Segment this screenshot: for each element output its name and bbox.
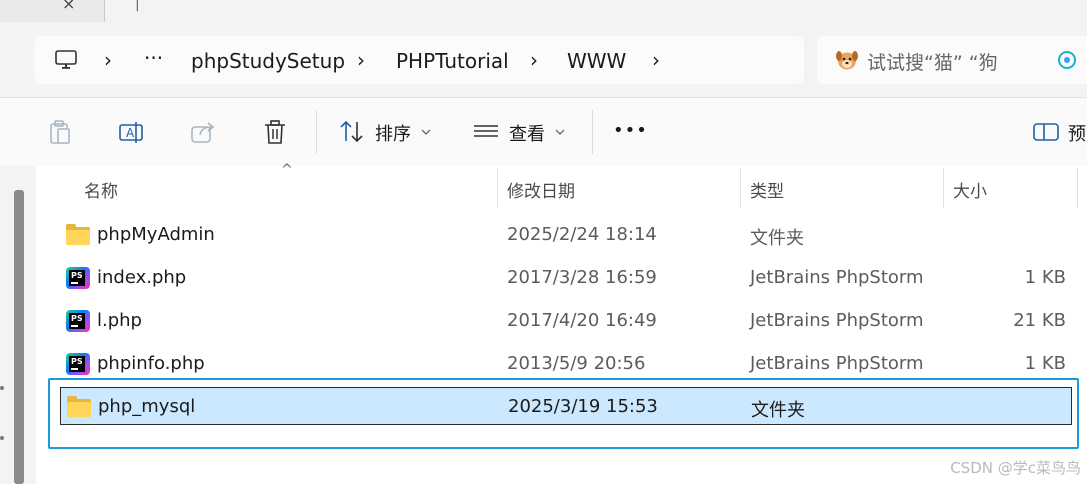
- chevron-down-icon[interactable]: [555, 128, 565, 136]
- file-name: index.php: [97, 267, 187, 288]
- chevron-right-icon[interactable]: ›: [104, 48, 112, 72]
- column-divider[interactable]: [1077, 168, 1078, 208]
- column-divider[interactable]: [740, 168, 741, 208]
- sort-button-label[interactable]: 排序: [375, 120, 411, 146]
- share-icon[interactable]: [189, 118, 217, 146]
- file-date: 2013/5/9 20:56: [507, 353, 646, 374]
- file-date: 2017/3/28 16:59: [507, 267, 657, 288]
- highlight-box: [48, 378, 1079, 449]
- phpstorm-file-icon: PS: [66, 353, 90, 375]
- toolbar-divider: [316, 110, 317, 154]
- file-row-phpmyadmin[interactable]: phpMyAdmin 2025/2/24 18:14 文件夹: [60, 215, 1072, 255]
- navigation-pane: [0, 166, 36, 484]
- chevron-down-icon[interactable]: [421, 128, 431, 136]
- copilot-icon[interactable]: [1057, 50, 1077, 70]
- chevron-right-icon[interactable]: ›: [357, 48, 365, 72]
- phpstorm-file-icon: PS: [66, 310, 90, 332]
- column-header-name[interactable]: 名称: [84, 177, 118, 202]
- breadcrumb-item-phptutorial[interactable]: PHPTutorial: [396, 49, 509, 73]
- breadcrumb-ellipsis[interactable]: ···: [144, 46, 163, 70]
- dog-emoji-icon: [836, 51, 858, 70]
- navigation-scrollbar[interactable]: [14, 190, 24, 484]
- search-box[interactable]: 试试搜“猫” “狗: [817, 36, 1087, 84]
- breadcrumb-item-phpstudysetup[interactable]: phpStudySetup: [191, 49, 345, 73]
- preview-button-label[interactable]: 预: [1068, 120, 1086, 146]
- toolbar-divider: [592, 110, 593, 154]
- file-size: 21 KB: [1013, 310, 1066, 331]
- chevron-right-icon[interactable]: ›: [530, 48, 538, 72]
- nav-marker: [0, 436, 4, 440]
- file-name: phpinfo.php: [97, 353, 205, 374]
- column-divider[interactable]: [943, 168, 944, 208]
- sort-indicator-icon: ^: [281, 162, 293, 178]
- sort-icon[interactable]: [338, 118, 366, 146]
- column-divider[interactable]: [497, 168, 498, 208]
- view-button-label[interactable]: 查看: [509, 120, 545, 146]
- address-bar[interactable]: › ··· phpStudySetup › PHPTutorial › WWW …: [34, 36, 804, 84]
- file-size: 1 KB: [1024, 267, 1066, 288]
- breadcrumb-item-www[interactable]: WWW: [567, 49, 626, 73]
- file-date: 2025/2/24 18:14: [507, 224, 657, 245]
- file-type: JetBrains PhpStorm: [750, 267, 924, 288]
- nav-marker: [0, 386, 4, 390]
- rename-icon[interactable]: A: [117, 118, 145, 146]
- file-name: l.php: [97, 310, 142, 331]
- file-type: JetBrains PhpStorm: [750, 310, 924, 331]
- paste-icon[interactable]: [46, 118, 74, 146]
- file-type: JetBrains PhpStorm: [750, 353, 924, 374]
- tab-separator: |: [135, 0, 140, 12]
- column-header-size[interactable]: 大小: [953, 177, 987, 202]
- file-type: 文件夹: [750, 228, 804, 249]
- new-tab-area[interactable]: |: [104, 0, 1087, 22]
- file-name: phpMyAdmin: [97, 224, 215, 245]
- close-tab-icon[interactable]: ×: [62, 0, 75, 13]
- address-band: › ··· phpStudySetup › PHPTutorial › WWW …: [0, 22, 1087, 98]
- delete-icon[interactable]: [261, 118, 289, 146]
- file-date: 2017/4/20 16:49: [507, 310, 657, 331]
- folder-icon: [66, 224, 90, 246]
- file-size: 1 KB: [1024, 353, 1066, 374]
- more-options-button[interactable]: •••: [613, 120, 648, 141]
- watermark: CSDN @学c菜鸟鸟: [950, 459, 1081, 477]
- details-pane-icon[interactable]: [1032, 118, 1060, 146]
- title-bar: × |: [0, 0, 1087, 22]
- phpstorm-file-icon: PS: [66, 267, 90, 289]
- monitor-icon[interactable]: [54, 48, 78, 72]
- column-header-modified[interactable]: 修改日期: [507, 177, 575, 202]
- view-icon[interactable]: [472, 118, 500, 146]
- search-suggestion-text: 试试搜“猫” “狗: [867, 52, 998, 74]
- command-bar: A 排序 查看 ••• 预: [0, 98, 1087, 167]
- chevron-right-icon[interactable]: ›: [652, 48, 660, 72]
- file-row-index-php[interactable]: PS index.php 2017/3/28 16:59 JetBrains P…: [60, 258, 1072, 298]
- column-header-type[interactable]: 类型: [750, 177, 784, 202]
- svg-text:A: A: [126, 126, 135, 140]
- file-row-l-php[interactable]: PS l.php 2017/4/20 16:49 JetBrains PhpSt…: [60, 301, 1072, 341]
